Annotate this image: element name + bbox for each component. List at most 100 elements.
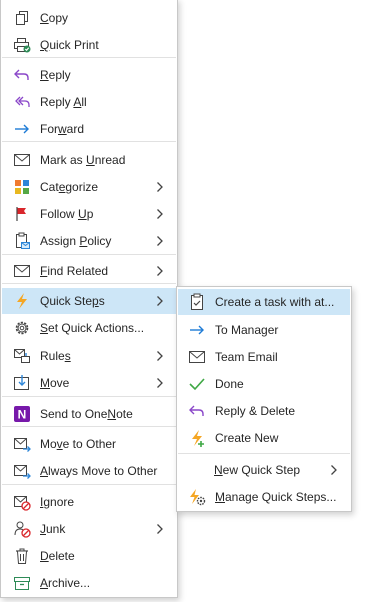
menu-item-categorize[interactable]: Categorize [2,174,176,200]
menu-item-move-to-other[interactable]: Move to Other [2,431,176,457]
submenu-item-team-email[interactable]: Team Email [178,344,350,370]
menu-item-label: Team Email [215,350,278,364]
chevron-right-icon [156,523,166,535]
menu-item-label: Ignore [40,495,75,509]
menu-item-label: New Quick Step [214,463,301,477]
menu-item-label: Follow Up [40,207,94,221]
menu-item-label: Always Move to Other [40,464,158,478]
menu-item-assign-policy[interactable]: Assign Policy [2,228,176,254]
menu-item-label: Create a task with at... [215,295,335,309]
submenu-item-create-new[interactable]: Create New [178,425,350,451]
chevron-right-icon [156,377,166,389]
forward-icon [12,119,32,139]
menu-item-label: Set Quick Actions... [40,321,145,335]
menu-item-label: Find Related [40,264,109,278]
menu-item-label: Create New [215,431,279,445]
quick-print-icon [12,35,32,55]
menu-item-label: Assign Policy [40,234,112,248]
menu-item-label: Reply & Delete [215,404,296,418]
chevron-right-icon [156,295,166,307]
task-clipboard-icon [187,292,207,312]
assign-policy-icon [12,231,32,251]
menu-item-label: To Manager [215,323,279,337]
chevron-right-icon [156,265,166,277]
menu-item-forward[interactable]: Forward [2,116,176,142]
menu-item-label: Forward [40,122,85,136]
menu-item-label: Archive... [40,576,91,590]
move-to-other-icon [12,434,32,454]
menu-item-label: Manage Quick Steps... [215,490,337,504]
menu-separator [2,254,176,255]
svg-text:N: N [18,408,27,422]
flag-icon [12,204,32,224]
menu-item-label: Categorize [40,180,99,194]
menu-item-delete[interactable]: Delete [2,543,176,569]
menu-separator [2,396,176,397]
menu-item-label: Quick Steps [40,294,105,308]
gear-icon [12,318,32,338]
menu-item-quick-steps[interactable]: Quick Steps [2,288,176,314]
reply-icon [12,65,32,85]
always-move-icon [12,461,32,481]
reply-icon [187,401,207,421]
menu-item-set-quick-actions[interactable]: Set Quick Actions... [2,315,176,341]
menu-item-mark-unread[interactable]: Mark as Unread [2,147,176,173]
menu-item-always-move[interactable]: Always Move to Other [2,458,176,484]
find-related-icon [12,261,32,281]
menu-item-reply-all[interactable]: Reply All [2,89,176,115]
menu-separator [2,484,176,485]
menu-item-label: Rules [40,349,71,363]
manage-quick-steps-icon [187,487,207,507]
menu-item-reply[interactable]: Reply [2,62,176,88]
menu-item-move[interactable]: Move [2,370,176,396]
rules-icon [12,346,32,366]
menu-item-label: Junk [40,522,66,536]
submenu-item-reply-delete[interactable]: Reply & Delete [178,398,350,424]
menu-item-label: Move [40,376,70,390]
chevron-right-icon [330,464,340,476]
ignore-icon [12,492,32,512]
envelope-icon [12,150,32,170]
onenote-icon: N [12,404,32,424]
menu-item-rules[interactable]: Rules [2,343,176,369]
quick-steps-icon [12,291,32,311]
junk-icon [12,519,32,539]
submenu-item-to-manager[interactable]: To Manager [178,317,350,343]
menu-item-ignore[interactable]: Ignore [2,489,176,515]
menu-item-archive[interactable]: Archive... [2,570,176,596]
copy-icon [12,8,32,28]
menu-item-label: Send to OneNote [40,407,133,421]
move-icon [12,373,32,393]
menu-item-send-onenote[interactable]: N Send to OneNote [2,401,176,427]
chevron-right-icon [156,235,166,247]
menu-separator [2,57,176,58]
menu-item-label: Reply [40,68,71,82]
menu-separator [178,453,350,454]
menu-item-label: Quick Print [40,38,99,52]
quick-steps-submenu: Create a task with at... To Manager Team E… [176,286,352,512]
submenu-item-done[interactable]: Done [178,371,350,397]
menu-item-find-related[interactable]: Find Related [2,258,176,284]
chevron-right-icon [156,350,166,362]
archive-icon [12,573,32,593]
envelope-icon [187,347,207,367]
chevron-right-icon [156,181,166,193]
menu-item-label: Move to Other [40,437,117,451]
checkmark-icon [187,374,207,394]
reply-all-icon [12,92,32,112]
menu-item-label: Copy [40,11,69,25]
submenu-item-new-quick-step[interactable]: New Quick Step [178,457,350,483]
submenu-item-create-task[interactable]: Create a task with at... [178,289,350,315]
lightning-icon [187,428,207,448]
context-menu: Copy Quick Print Reply Reply All Forward Mark… [0,0,178,598]
menu-item-quick-print[interactable]: Quick Print [2,32,176,58]
menu-item-label: Delete [40,549,75,563]
submenu-item-manage-quick-steps[interactable]: Manage Quick Steps... [178,484,350,510]
menu-separator [2,283,176,284]
trash-icon [12,546,32,566]
menu-item-follow-up[interactable]: Follow Up [2,201,176,227]
menu-item-copy[interactable]: Copy [2,5,176,31]
menu-separator [2,426,176,427]
menu-item-label: Mark as Unread [40,153,126,167]
menu-item-junk[interactable]: Junk [2,516,176,542]
